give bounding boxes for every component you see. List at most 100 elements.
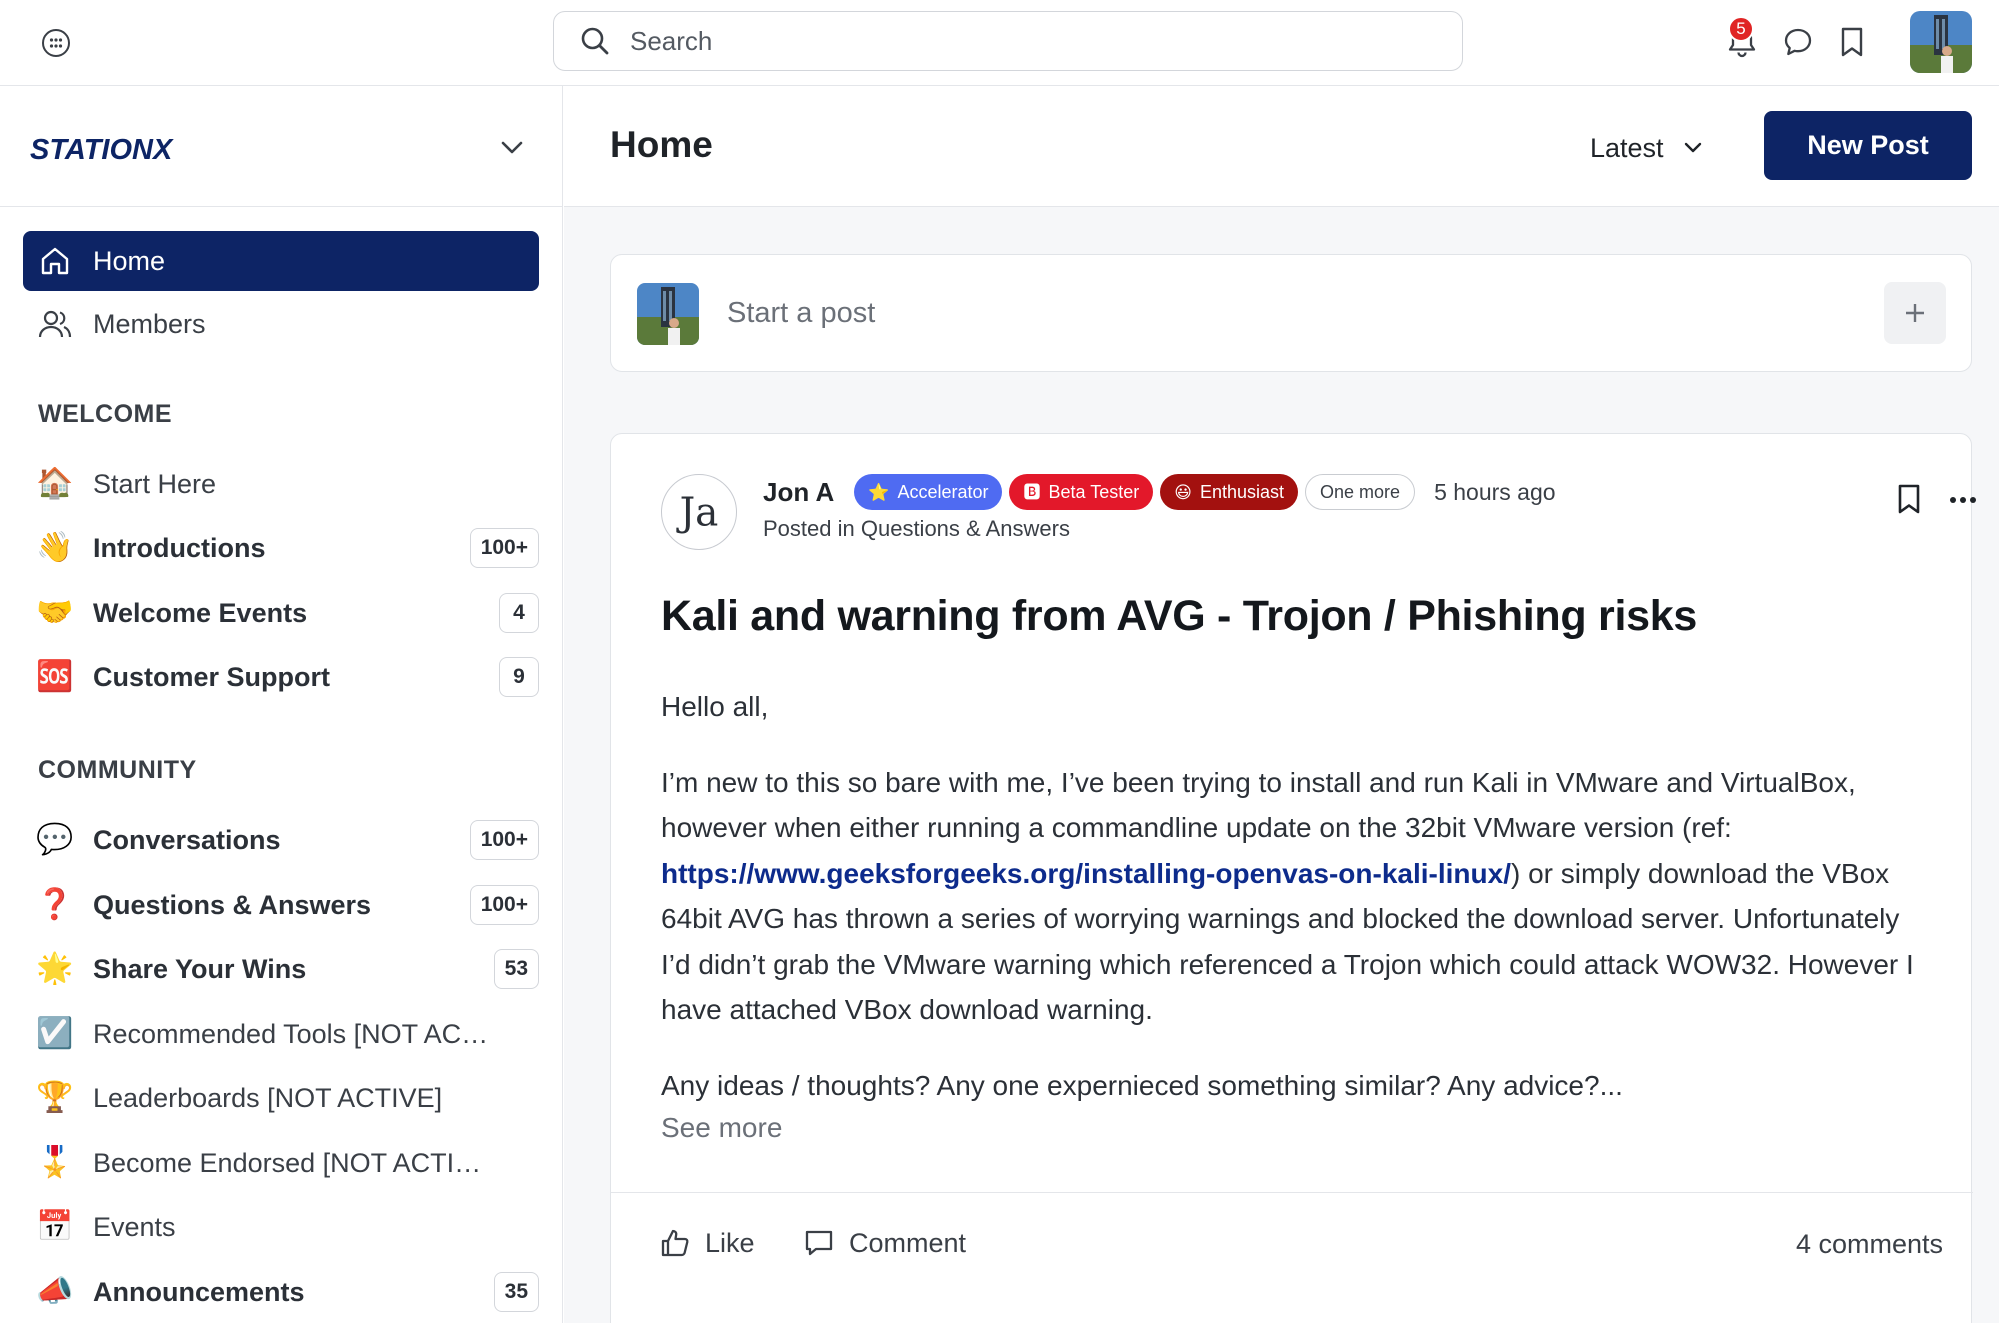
posted-in-prefix: Posted in	[763, 516, 855, 541]
sidebar-item-label: Recommended Tools [NOT ACTIV...	[93, 1018, 493, 1049]
notification-count-badge: 5	[1728, 16, 1754, 42]
sidebar-item-questions-answers[interactable]: ❓ Questions & Answers 100+	[23, 875, 539, 935]
unread-count-badge: 35	[493, 1272, 539, 1312]
composer-placeholder[interactable]: Start a post	[727, 297, 875, 330]
unread-count-badge: 4	[499, 593, 539, 633]
brand-name: STATIONX	[30, 134, 174, 166]
paragraph-text: I’m new to this so bare with me, I’ve be…	[661, 766, 1856, 844]
more-options-icon[interactable]	[1945, 482, 1981, 518]
sidebar-item-label: Start Here	[93, 468, 217, 499]
waving-hand-icon: 👋	[36, 531, 74, 564]
main-header: Home Latest New Post	[564, 86, 1999, 207]
author-name[interactable]: Jon A	[763, 477, 834, 508]
user-avatar[interactable]	[1910, 11, 1972, 73]
glowing-star-icon: 🌟	[36, 952, 74, 985]
post-meta: Jon A ⭐ Accelerator 🅱 Beta Tester 😃 Enth…	[763, 472, 1556, 512]
badge-accelerator[interactable]: ⭐ Accelerator	[854, 474, 1003, 510]
beta-b-icon: 🅱	[1023, 482, 1041, 502]
post-card: Ja Jon A ⭐ Accelerator 🅱 Beta Tester 😃 E…	[610, 433, 1976, 1323]
sos-icon: 🆘	[36, 660, 74, 693]
author-initials: Ja	[676, 491, 719, 536]
sidebar-item-label: Customer Support	[93, 661, 331, 692]
unread-count-badge: 100+	[469, 820, 539, 860]
sidebar-item-label: Events	[93, 1211, 176, 1242]
search-bar[interactable]	[553, 11, 1463, 71]
sidebar-item-label: Share Your Wins	[93, 953, 307, 984]
new-post-button[interactable]: New Post	[1764, 111, 1972, 180]
badge-label: Beta Tester	[1048, 481, 1140, 502]
sidebar-item-leaderboards[interactable]: 🏆 Leaderboards [NOT ACTIVE]	[23, 1068, 539, 1128]
badge-enthusiast[interactable]: 😃 Enthusiast	[1160, 474, 1299, 510]
unread-count-badge: 53	[493, 949, 539, 989]
sidebar-item-label: Members	[93, 308, 206, 339]
see-more-link[interactable]: See more	[661, 1112, 782, 1144]
brand-row: STATIONX	[0, 86, 563, 207]
plus-icon[interactable]	[1884, 282, 1946, 344]
search-icon	[578, 24, 612, 58]
more-badges-button[interactable]: One more	[1305, 474, 1416, 510]
sidebar-item-customer-support[interactable]: 🆘 Customer Support 9	[23, 647, 539, 707]
medal-icon: 🎖️	[36, 1146, 74, 1179]
post-title[interactable]: Kali and warning from AVG - Trojon / Phi…	[661, 592, 1697, 641]
sidebar: STATIONX Home Members WELCOME 🏠 Start He…	[0, 86, 563, 1323]
megaphone-icon: 📣	[36, 1275, 74, 1308]
page-title: Home	[610, 124, 713, 165]
posted-in: Posted in Questions & Answers	[763, 516, 1070, 542]
space-link[interactable]: Questions & Answers	[861, 516, 1070, 541]
sidebar-item-events[interactable]: 📅 Events	[23, 1197, 539, 1257]
chevron-down-icon	[1682, 137, 1704, 159]
post-footer: Like Comment 4 comments	[611, 1193, 1973, 1293]
post-greeting: Hello all,	[661, 691, 769, 722]
comment-button[interactable]: Comment	[801, 1221, 966, 1265]
section-heading-welcome: WELCOME	[38, 400, 173, 428]
post-closing: Any ideas / thoughts? Any one experniece…	[661, 1069, 1623, 1101]
house-emoji-icon: 🏠	[36, 467, 74, 500]
question-mark-icon: ❓	[36, 888, 74, 921]
sidebar-item-label: Conversations	[93, 824, 281, 855]
sidebar-item-start-here[interactable]: 🏠 Start Here	[23, 454, 539, 514]
main-content: Home Latest New Post Start a post Ja Jon…	[564, 86, 1999, 1323]
sidebar-item-conversations[interactable]: 💬 Conversations 100+	[23, 810, 539, 870]
sort-label: Latest	[1590, 132, 1664, 163]
stationx-logo[interactable]: STATIONX	[30, 128, 212, 168]
sidebar-item-become-endorsed[interactable]: 🎖️ Become Endorsed [NOT ACTIVE]	[23, 1133, 539, 1193]
sort-dropdown[interactable]: Latest	[1590, 128, 1704, 168]
sidebar-item-label: Become Endorsed [NOT ACTIVE]	[93, 1147, 493, 1178]
checkbox-icon: ☑️	[36, 1017, 74, 1050]
sidebar-item-label: Announcements	[93, 1276, 305, 1307]
reference-link[interactable]: https://www.geeksforgeeks.org/installing…	[661, 858, 1511, 889]
thumbs-up-icon	[657, 1225, 693, 1261]
post-timestamp: 5 hours ago	[1434, 478, 1556, 505]
author-avatar[interactable]: Ja	[661, 474, 737, 550]
search-input[interactable]	[630, 25, 1410, 57]
members-icon	[35, 304, 75, 344]
messages-icon[interactable]	[1776, 20, 1820, 64]
sidebar-item-members[interactable]: Members	[23, 294, 539, 354]
community-switcher-chevron-icon[interactable]	[494, 130, 530, 166]
sidebar-item-home[interactable]: Home	[23, 231, 539, 291]
apps-menu-icon[interactable]	[38, 25, 74, 61]
sidebar-item-label: Introductions	[93, 532, 266, 563]
sidebar-item-label: Questions & Answers	[93, 889, 372, 920]
badge-beta-tester[interactable]: 🅱 Beta Tester	[1009, 474, 1154, 510]
composer-avatar	[637, 283, 699, 345]
comment-count-link[interactable]: 4 comments	[1796, 1229, 1943, 1260]
unread-count-badge: 100+	[469, 528, 539, 568]
home-icon	[35, 241, 75, 281]
unread-count-badge: 100+	[469, 885, 539, 925]
sidebar-item-announcements[interactable]: 📣 Announcements 35	[23, 1262, 539, 1322]
top-bar: 5	[0, 0, 1999, 86]
comment-icon	[801, 1225, 837, 1261]
sidebar-item-introductions[interactable]: 👋 Introductions 100+	[23, 518, 539, 578]
sidebar-item-welcome-events[interactable]: 🤝 Welcome Events 4	[23, 583, 539, 643]
badge-label: Enthusiast	[1199, 481, 1285, 502]
post-composer[interactable]: Start a post	[610, 254, 1972, 372]
post-paragraph: I’m new to this so bare with me, I’ve be…	[661, 760, 1921, 1033]
sidebar-item-recommended-tools[interactable]: ☑️ Recommended Tools [NOT ACTIV...	[23, 1004, 539, 1064]
sidebar-item-share-your-wins[interactable]: 🌟 Share Your Wins 53	[23, 939, 539, 999]
bookmark-icon[interactable]	[1891, 479, 1927, 519]
like-label: Like	[705, 1227, 755, 1258]
bookmarks-icon[interactable]	[1830, 20, 1874, 64]
like-button[interactable]: Like	[657, 1221, 755, 1265]
handshake-icon: 🤝	[36, 596, 74, 629]
